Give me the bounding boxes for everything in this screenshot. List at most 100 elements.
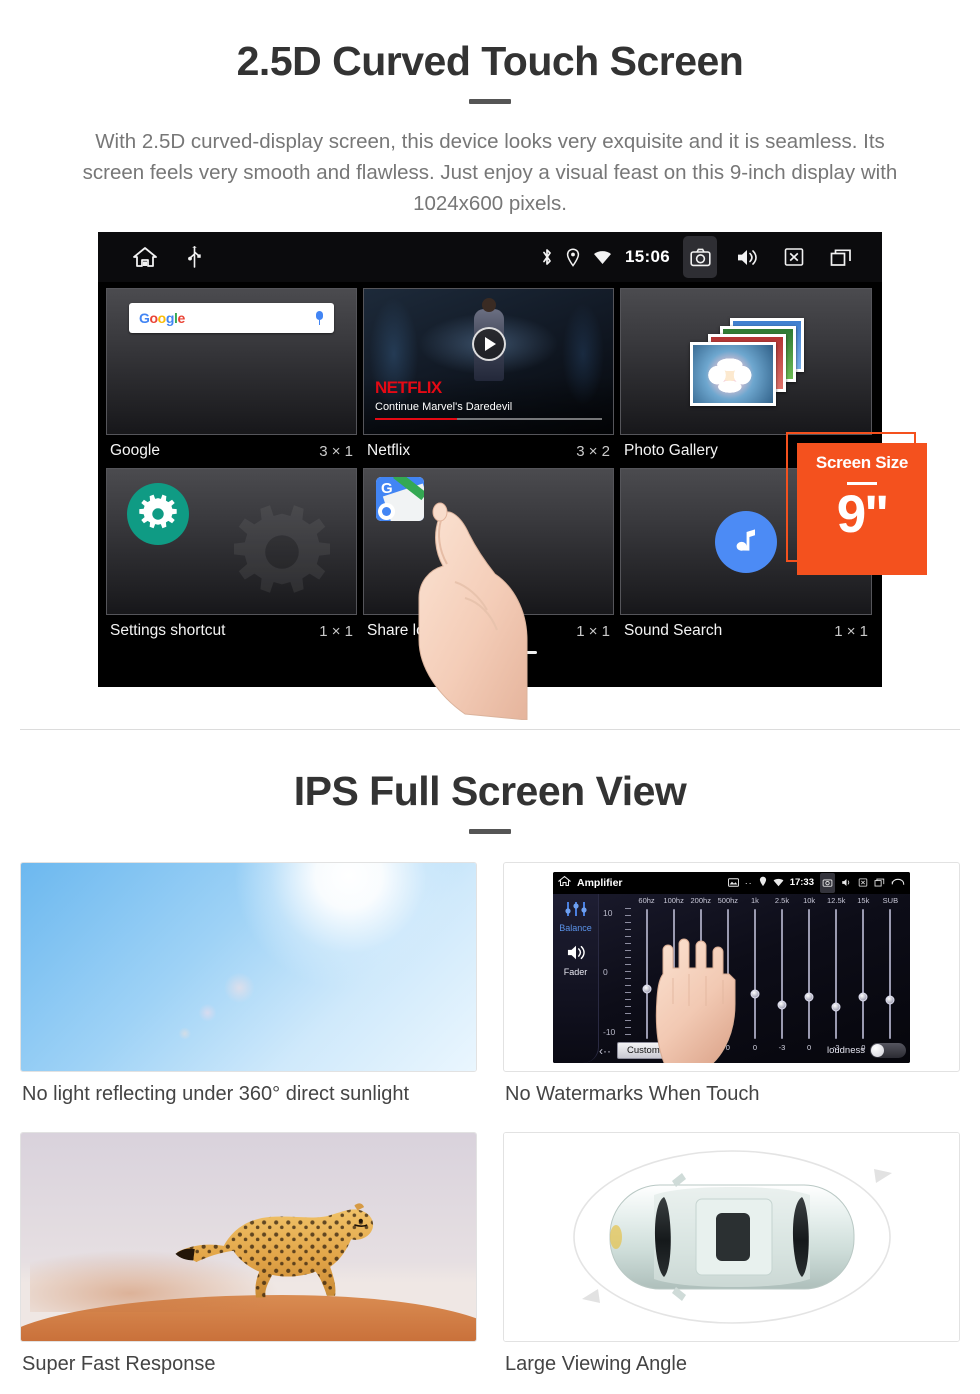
eq-band[interactable]: SUB 0 — [877, 894, 904, 1063]
band-knob[interactable] — [831, 1002, 841, 1012]
home-icon[interactable] — [132, 245, 158, 269]
netflix-subtitle: Continue Marvel's Daredevil — [375, 401, 513, 413]
cheetah-figure — [175, 1203, 373, 1298]
widget-share-location-preview[interactable]: G — [363, 468, 614, 615]
widget-picker: Google Google 3 × 1 NETFLIX Continue Mar… — [98, 282, 882, 654]
band-frequency: 10k — [803, 895, 816, 905]
eq-band[interactable]: 2.5k -3 — [768, 894, 795, 1063]
home-icon[interactable] — [557, 874, 572, 892]
widget-settings-shortcut[interactable]: Settings shortcut 1 × 1 — [106, 468, 357, 643]
widget-photo-gallery-preview[interactable] — [620, 288, 872, 435]
recent-apps-icon[interactable] — [824, 236, 858, 278]
badge-value: 9" — [836, 485, 890, 544]
camera-icon[interactable] — [820, 872, 835, 893]
volume-icon[interactable] — [841, 874, 852, 892]
music-note-icon — [715, 510, 777, 573]
page-dot[interactable] — [477, 651, 503, 654]
page-dot[interactable] — [443, 651, 469, 654]
screen-size-badge: Screen Size 9" — [797, 443, 927, 575]
equalizer-body: Balance Fader 10 0 -10 60hz 100hz -4 200… — [553, 893, 910, 1063]
google-maps-icon: G — [376, 477, 424, 521]
band-knob[interactable] — [642, 984, 652, 994]
status-clock: 15:06 — [625, 247, 670, 266]
equalizer-plot: 10 0 -10 60hz 3 — [599, 894, 906, 1063]
band-frequency: SUB — [882, 895, 899, 905]
band-knob[interactable] — [669, 1005, 679, 1015]
back-arrow-icon[interactable] — [891, 874, 905, 892]
wifi-icon — [593, 250, 612, 265]
band-knob[interactable] — [723, 979, 733, 989]
widget-share-location[interactable]: G Share location 1 × 1 — [363, 468, 614, 643]
scale-max: 10 — [603, 907, 613, 918]
sunlight-image — [21, 863, 476, 1071]
maps-g-letter: G — [381, 480, 393, 497]
band-track[interactable] — [696, 908, 706, 1039]
band-knob[interactable] — [777, 1000, 787, 1010]
eq-band[interactable]: 12.5k -3 — [823, 894, 850, 1063]
band-track[interactable] — [858, 908, 868, 1039]
gear-icon-ghost — [222, 492, 342, 614]
close-box-icon[interactable] — [777, 236, 811, 278]
loudness-control[interactable]: loudness — [827, 1043, 906, 1058]
eq-band[interactable]: 1k 0 — [741, 894, 768, 1063]
equalizer-clock: 17:33 — [789, 877, 814, 888]
widget-google-preview[interactable]: Google — [106, 288, 357, 435]
sidebar-item-balance[interactable]: Balance — [553, 894, 598, 933]
band-track[interactable] — [804, 908, 814, 1039]
sidebar-item-fader[interactable]: Fader — [553, 933, 598, 977]
page-title: 2.5D Curved Touch Screen — [236, 38, 744, 84]
widget-row-1: Google Google 3 × 1 NETFLIX Continue Mar… — [106, 288, 874, 463]
headlight — [610, 1225, 622, 1249]
netflix-character-head — [481, 298, 496, 313]
band-track[interactable] — [885, 908, 895, 1039]
band-knob[interactable] — [858, 992, 868, 1002]
band-knob[interactable] — [885, 995, 895, 1004]
band-track[interactable] — [669, 908, 679, 1039]
location-icon — [759, 874, 767, 892]
google-search-bar[interactable]: Google — [129, 303, 334, 333]
mic-icon[interactable] — [315, 311, 324, 325]
equalizer-sidebar: Balance Fader — [553, 893, 599, 1063]
widget-google[interactable]: Google Google 3 × 1 — [106, 288, 357, 463]
widget-netflix-preview[interactable]: NETFLIX Continue Marvel's Daredevil — [363, 288, 614, 435]
widget-netflix[interactable]: NETFLIX Continue Marvel's Daredevil Netf… — [363, 288, 614, 463]
more-icon[interactable]: ·· — [745, 878, 753, 888]
band-track[interactable] — [723, 908, 733, 1039]
band-knob[interactable] — [750, 989, 760, 999]
eq-band[interactable]: 60hz 3 — [633, 894, 660, 1063]
device-screen: 15:06 Google Google 3 × 1 NETFLIX Contin… — [98, 232, 882, 687]
widget-size: 3 × 1 — [319, 442, 353, 460]
camera-icon[interactable] — [683, 236, 717, 278]
device-status-bar: 15:06 — [98, 232, 882, 282]
play-icon[interactable] — [471, 327, 506, 362]
section-description: With 2.5D curved-display screen, this de… — [82, 130, 898, 215]
eq-band[interactable]: 200hz 0 — [687, 894, 714, 1063]
eq-band[interactable]: 15k 0 — [850, 894, 877, 1063]
band-knob[interactable] — [804, 992, 814, 1002]
feature-cell-sunlight: No light reflecting under 360° direct su… — [20, 862, 477, 1106]
eq-band[interactable]: 10k 0 — [796, 894, 823, 1063]
loudness-toggle[interactable] — [870, 1043, 906, 1058]
equalizer-status-bar: Amplifier ·· 17:33 — [553, 871, 910, 894]
band-frequency: 100hz — [663, 895, 684, 905]
band-track[interactable] — [831, 908, 841, 1039]
close-box-icon[interactable] — [858, 874, 868, 892]
gallery-icon[interactable] — [727, 874, 739, 892]
eq-band[interactable]: 500hz 0 — [714, 894, 741, 1063]
usb-icon[interactable] — [188, 246, 201, 268]
band-knob[interactable] — [696, 995, 706, 1004]
band-track[interactable] — [750, 908, 760, 1039]
scale-ticks — [625, 907, 631, 1037]
preset-button[interactable]: Custom — [617, 1042, 670, 1059]
product-page: 2.5D Curved Touch Screen With 2.5D curve… — [0, 0, 980, 1394]
back-arrow-icon[interactable]: ‹·· — [599, 1044, 611, 1058]
page-dot-active[interactable] — [511, 651, 537, 654]
band-track[interactable] — [642, 908, 652, 1039]
widget-size: 1 × 1 — [319, 622, 353, 640]
volume-icon[interactable] — [730, 236, 764, 278]
eq-band[interactable]: 100hz -4 — [660, 894, 687, 1063]
widget-settings-preview[interactable] — [106, 468, 357, 615]
recent-apps-icon[interactable] — [874, 874, 885, 892]
band-track[interactable] — [777, 908, 787, 1039]
cheetah-photo — [20, 1132, 477, 1342]
